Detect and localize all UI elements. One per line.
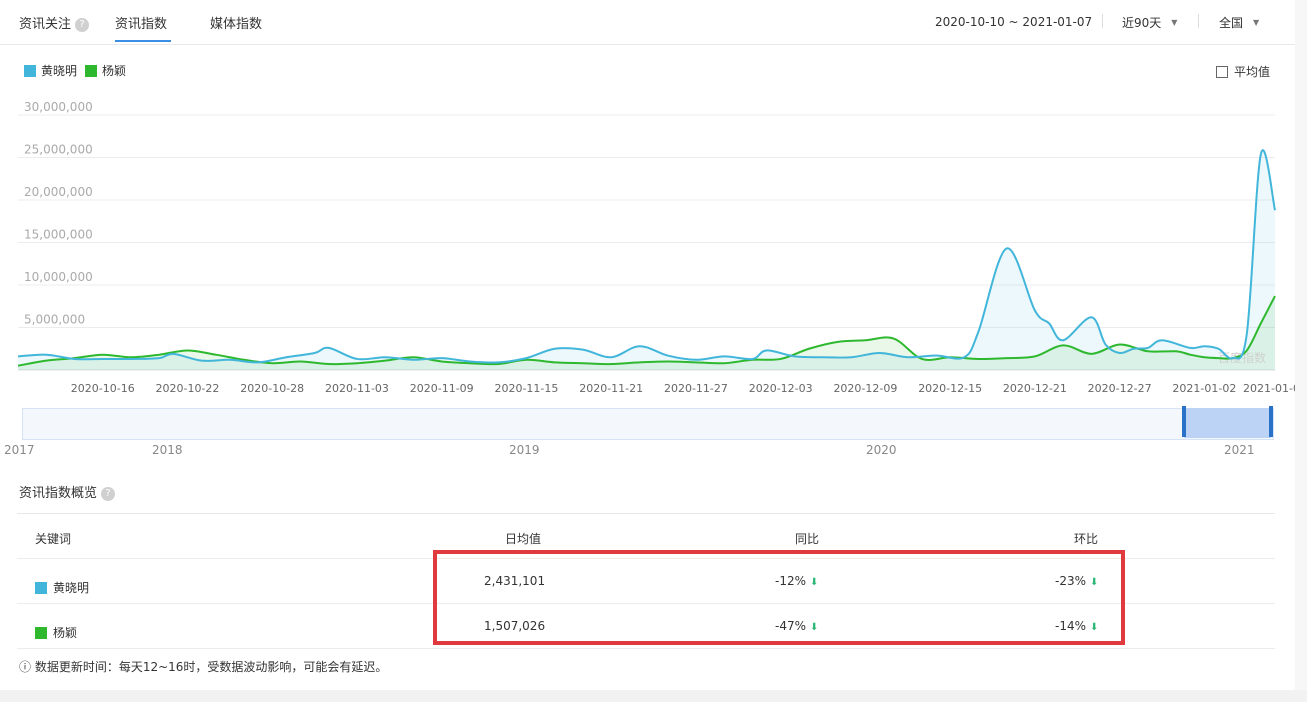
column-header-mom: 环比 [1074, 532, 1099, 546]
average-toggle[interactable]: 平均值 [1216, 63, 1270, 80]
y-tick-label: 30,000,000 [24, 100, 93, 114]
legend-swatch [24, 64, 36, 77]
overview-title-text: 资讯指数概览 [19, 486, 98, 501]
legend-item-yangying[interactable]: 杨颖 [85, 62, 126, 79]
legend-item-huangxiaoming[interactable]: 黄晓明 [24, 62, 77, 79]
keyword-text: 黄晓明 [53, 581, 90, 595]
timeline-year: 2019 [509, 443, 540, 457]
x-tick-label: 2020-12-15 [918, 382, 982, 395]
x-tick-label: 2020-10-28 [240, 382, 304, 395]
timeline-year: 2017 [4, 443, 35, 457]
timeline-year: 2018 [152, 443, 183, 457]
x-tick-label: 2021-01-07 [1243, 382, 1295, 395]
y-tick-label: 25,000,000 [24, 143, 93, 157]
x-tick-label: 2020-12-03 [749, 382, 813, 395]
header-bar: 资讯关注? 资讯指数 媒体指数 2020-10-10 ~ 2021-01-07 … [0, 0, 1295, 45]
x-tick-label: 2020-12-09 [833, 382, 897, 395]
x-tick-label: 2020-12-21 [1003, 382, 1067, 395]
tab-news-attention[interactable]: 资讯关注? [19, 13, 90, 32]
help-icon[interactable]: ? [101, 487, 116, 501]
region-dropdown-label: 全国 [1219, 16, 1244, 30]
active-tab-underline [115, 40, 171, 42]
timeline-right-handle[interactable] [1269, 406, 1273, 437]
timeline-year: 2020 [866, 443, 897, 457]
bottom-edge-band [0, 690, 1307, 702]
legend-label: 杨颖 [102, 64, 127, 78]
keyword-cell: 黄晓明 [35, 579, 89, 596]
y-tick-label: 10,000,000 [24, 270, 93, 284]
tab-news-index[interactable]: 资讯指数 [115, 13, 167, 32]
period-dropdown[interactable]: 近90天 ▼ [1122, 14, 1177, 31]
keyword-swatch [35, 581, 47, 594]
x-tick-label: 2021-01-02 [1172, 382, 1236, 395]
tab-news-attention-label: 资讯关注 [19, 17, 72, 32]
series-area-0 [18, 150, 1275, 370]
period-dropdown-label: 近90天 [1122, 16, 1162, 30]
update-note: ⓘ 数据更新时间：每天12~16时，受数据波动影响，可能会有延迟。 [19, 660, 388, 674]
right-edge-band [1295, 0, 1307, 702]
x-tick-label: 2020-10-22 [156, 382, 220, 395]
divider [1102, 14, 1103, 28]
x-tick-label: 2020-11-21 [579, 382, 643, 395]
keyword-swatch [35, 626, 47, 639]
keyword-text: 杨颖 [53, 626, 78, 640]
average-checkbox[interactable] [1216, 65, 1228, 78]
x-tick-label: 2020-11-09 [410, 382, 474, 395]
x-tick-label: 2020-11-03 [325, 382, 389, 395]
highlight-box [433, 550, 1125, 645]
timeline-year: 2021 [1224, 443, 1255, 457]
chart-legend: 黄晓明 杨颖 [24, 62, 126, 79]
x-tick-label: 2020-12-27 [1088, 382, 1152, 395]
column-header-daily-avg: 日均值 [505, 532, 542, 546]
x-tick-label: 2020-11-27 [664, 382, 728, 395]
divider [1198, 14, 1199, 28]
average-label: 平均值 [1234, 65, 1271, 79]
region-dropdown[interactable]: 全国 ▼ [1219, 14, 1259, 31]
x-tick-label: 2020-11-15 [494, 382, 558, 395]
timeline-slider[interactable] [22, 408, 1274, 440]
watermark: 百度指数 [1218, 350, 1266, 365]
line-chart: 30,000,000 25,000,000 20,000,000 15,000,000… [17, 100, 1295, 395]
caret-down-icon: ▼ [1253, 18, 1260, 27]
timeline-left-handle[interactable] [1182, 406, 1186, 437]
y-tick-label: 20,000,000 [24, 185, 93, 199]
y-tick-label: 15,000,000 [24, 228, 93, 242]
keyword-cell: 杨颖 [35, 624, 77, 641]
column-header-keyword: 关键词 [35, 532, 72, 546]
y-tick-label: 5,000,000 [24, 313, 85, 327]
timeline-selection[interactable] [1184, 408, 1271, 438]
caret-down-icon: ▼ [1171, 18, 1178, 27]
legend-label: 黄晓明 [41, 64, 78, 78]
x-tick-label: 2020-10-16 [71, 382, 135, 395]
date-range[interactable]: 2020-10-10 ~ 2021-01-07 [935, 15, 1092, 29]
update-note-text: 数据更新时间：每天12~16时，受数据波动影响，可能会有延迟。 [34, 660, 388, 674]
overview-title: 资讯指数概览? [19, 482, 116, 501]
tab-media-index[interactable]: 媒体指数 [210, 13, 262, 32]
legend-swatch [85, 64, 98, 77]
help-icon[interactable]: ? [75, 18, 90, 32]
column-header-yoy: 同比 [795, 532, 820, 546]
